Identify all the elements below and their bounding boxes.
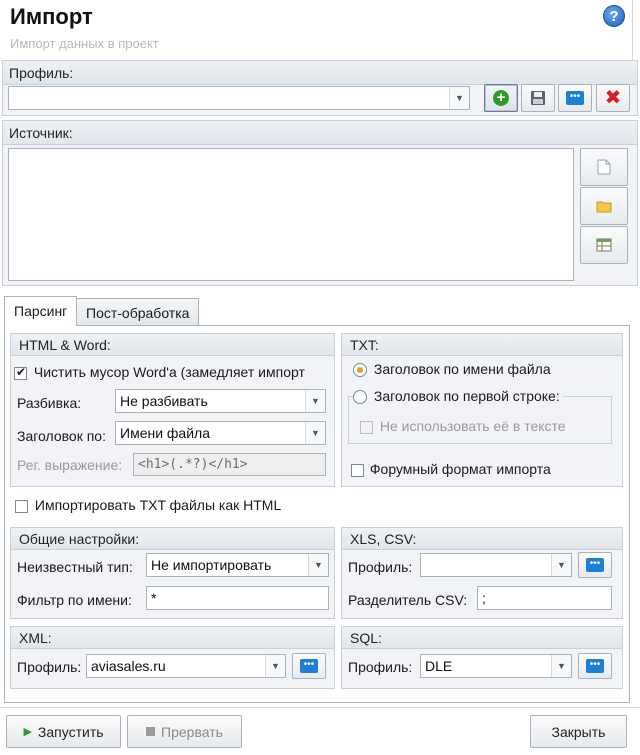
- sql-profile-more-button[interactable]: •••: [578, 653, 612, 679]
- checkbox-icon[interactable]: [15, 499, 28, 513]
- html-word-title: HTML & Word:: [11, 334, 334, 356]
- filter-by-name-field[interactable]: *: [146, 586, 329, 610]
- profile-section-label: Профиль:: [3, 61, 637, 85]
- regex-label: Рег. выражение:: [17, 457, 123, 473]
- source-textarea[interactable]: [8, 148, 574, 281]
- csv-separator-field[interactable]: ;: [477, 586, 612, 610]
- heading-label: Заголовок по:: [17, 428, 106, 444]
- chevron-down-icon[interactable]: ▼: [305, 422, 325, 444]
- tab-parsing[interactable]: Парсинг: [4, 296, 78, 326]
- help-icon[interactable]: ?: [603, 5, 625, 27]
- add-profile-button[interactable]: +: [484, 84, 518, 112]
- forum-format-checkbox[interactable]: Форумный формат импорта: [351, 461, 551, 477]
- dont-use-in-text-label: Не использовать её в тексте: [379, 418, 566, 434]
- heading-by-first-line-label: Заголовок по первой строке:: [373, 388, 560, 404]
- xls-profile-more-button[interactable]: •••: [578, 552, 612, 578]
- divider: [632, 0, 633, 60]
- heading-by-filename-label: Заголовок по имени файла: [373, 361, 551, 377]
- unknown-type-value: Не импортировать: [151, 557, 272, 573]
- profile-combo[interactable]: ▼: [8, 86, 470, 110]
- xml-profile-combo[interactable]: aviasales.ru ▼: [86, 654, 286, 678]
- new-file-button[interactable]: [580, 148, 628, 186]
- xml-profile-value: aviasales.ru: [91, 658, 166, 674]
- run-label: Запустить: [37, 723, 104, 740]
- save-profile-button[interactable]: [521, 84, 555, 112]
- unknown-type-combo[interactable]: Не импортировать ▼: [146, 553, 329, 577]
- radio-icon[interactable]: [353, 390, 367, 405]
- csv-separator-label: Разделитель CSV:: [348, 592, 468, 608]
- sql-profile-combo[interactable]: DLE ▼: [420, 654, 572, 678]
- stop-icon: [146, 727, 156, 736]
- source-section-label: Источник:: [3, 121, 637, 145]
- forum-format-label: Форумный формат импорта: [369, 461, 551, 477]
- general-settings-title: Общие настройки:: [11, 528, 334, 550]
- stop-label: Прервать: [161, 723, 223, 740]
- chevron-down-icon[interactable]: ▼: [308, 554, 328, 576]
- regex-field[interactable]: <h1>(.*?)</h1>: [133, 453, 326, 476]
- split-combo[interactable]: Не разбивать ▼: [115, 389, 326, 413]
- heading-combo[interactable]: Имени файла ▼: [115, 421, 326, 445]
- stop-button[interactable]: Прервать: [127, 715, 242, 748]
- sql-profile-label: Профиль:: [348, 659, 413, 675]
- chevron-down-icon[interactable]: ▼: [551, 554, 571, 576]
- import-txt-as-html-label: Импортировать TXT файлы как HTML: [34, 497, 282, 513]
- clean-word-checkbox[interactable]: Чистить мусор Word'a (замедляет импорт: [14, 364, 305, 380]
- heading-by-first-line-radio[interactable]: Заголовок по первой строке:: [353, 388, 563, 405]
- delete-icon: ✖: [604, 87, 622, 109]
- heading-by-filename-radio[interactable]: Заголовок по имени файла: [353, 361, 551, 378]
- sql-title: SQL:: [342, 627, 622, 649]
- more-icon: •••: [566, 91, 584, 105]
- import-txt-as-html-checkbox[interactable]: Импортировать TXT файлы как HTML: [15, 497, 281, 513]
- unknown-type-label: Неизвестный тип:: [17, 559, 133, 575]
- open-folder-icon: [596, 201, 612, 213]
- profile-more-button[interactable]: •••: [558, 84, 592, 112]
- heading-value: Имени файла: [120, 425, 210, 441]
- xls-profile-combo[interactable]: ▼: [420, 553, 572, 577]
- chevron-down-icon[interactable]: ▼: [265, 655, 285, 677]
- save-icon: [531, 91, 545, 105]
- xml-profile-label: Профиль:: [17, 659, 82, 675]
- table-button[interactable]: [580, 226, 628, 264]
- close-button[interactable]: Закрыть: [530, 715, 627, 748]
- filter-by-name-label: Фильтр по имени:: [17, 592, 132, 608]
- checkbox-icon[interactable]: [351, 463, 364, 477]
- xml-profile-more-button[interactable]: •••: [292, 653, 326, 679]
- dont-use-in-text-checkbox[interactable]: Не использовать её в тексте: [360, 418, 566, 434]
- add-icon: +: [493, 90, 509, 106]
- chevron-down-icon[interactable]: ▼: [305, 390, 325, 412]
- open-folder-button[interactable]: [580, 187, 628, 225]
- xls-csv-title: XLS, CSV:: [342, 528, 622, 550]
- more-icon: •••: [300, 659, 318, 673]
- new-file-icon: [597, 159, 611, 175]
- window-title: Импорт: [10, 4, 93, 29]
- xls-profile-label: Профиль:: [348, 559, 413, 575]
- clean-word-label: Чистить мусор Word'a (замедляет импорт: [33, 364, 305, 380]
- play-icon: ▶: [23, 726, 32, 738]
- split-label: Разбивка:: [17, 395, 82, 411]
- split-value: Не разбивать: [120, 393, 208, 409]
- txt-title: TXT:: [342, 334, 622, 356]
- checkbox-icon[interactable]: [14, 365, 27, 380]
- table-icon: [596, 238, 612, 252]
- chevron-down-icon[interactable]: ▼: [551, 655, 571, 677]
- window-subtitle: Импорт данных в проект: [10, 36, 159, 51]
- xml-title: XML:: [11, 627, 334, 649]
- more-icon: •••: [586, 659, 604, 673]
- checkbox-icon[interactable]: [360, 420, 373, 434]
- radio-icon[interactable]: [353, 363, 367, 378]
- more-icon: •••: [586, 558, 604, 572]
- delete-profile-button[interactable]: ✖: [596, 84, 630, 112]
- sql-profile-value: DLE: [425, 658, 453, 674]
- footer-divider: [0, 707, 640, 708]
- chevron-down-icon[interactable]: ▼: [449, 87, 469, 109]
- run-button[interactable]: ▶ Запустить: [6, 715, 121, 748]
- tab-post-processing[interactable]: Пост-обработка: [76, 298, 200, 326]
